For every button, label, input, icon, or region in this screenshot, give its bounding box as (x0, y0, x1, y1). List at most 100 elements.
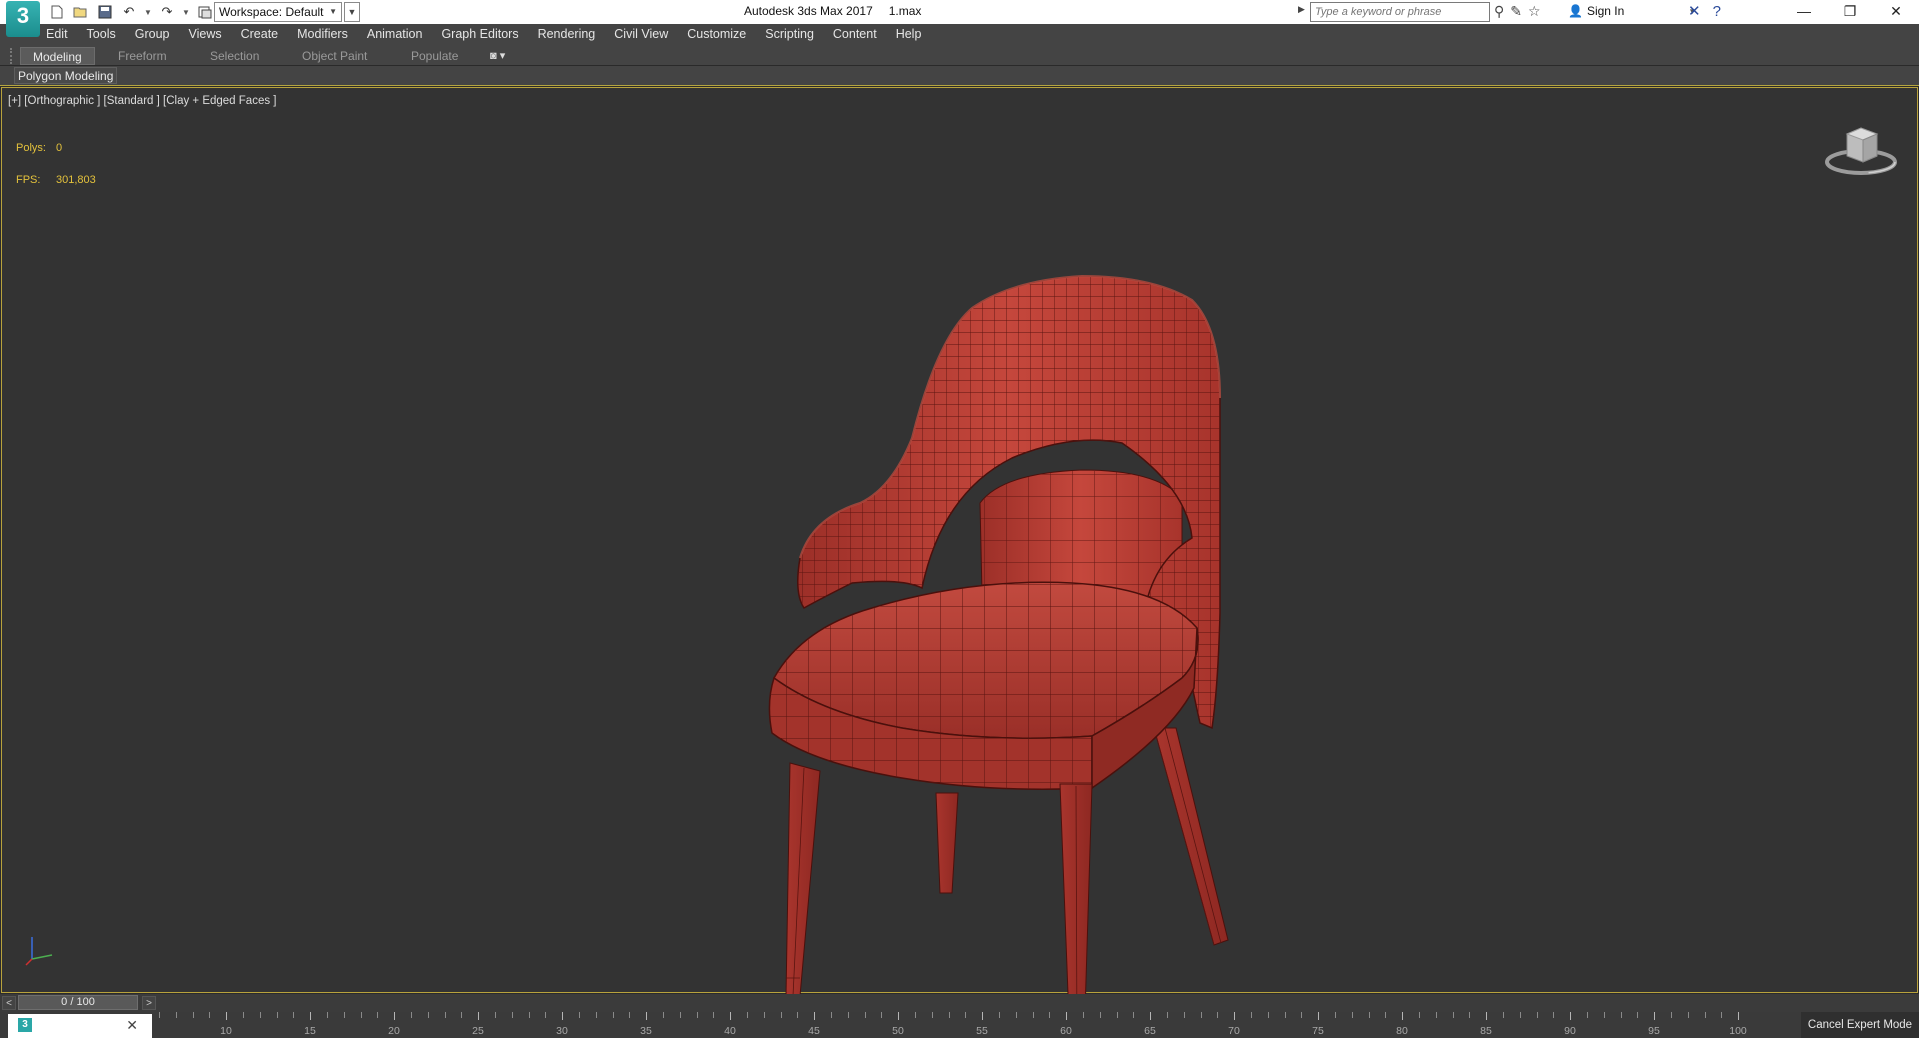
undo-dropdown-icon[interactable]: ▼ (144, 8, 152, 17)
close-icon[interactable]: ✕ (1873, 0, 1919, 24)
track-tick-mark (427, 1012, 429, 1018)
track-tick-mark (1419, 1012, 1421, 1018)
exchange-apps-icon[interactable]: ✕ (1688, 2, 1701, 20)
cancel-expert-mode-button[interactable]: Cancel Expert Mode (1801, 1012, 1919, 1038)
viewport-label-menu[interactable]: [+] [Orthographic ] [Standard ] [Clay + … (8, 95, 276, 107)
track-tick-mark (579, 1012, 581, 1018)
track-tick-label: 85 (1480, 1025, 1492, 1037)
workspace-selector[interactable]: Workspace: Default ▼ (214, 2, 342, 22)
menu-help[interactable]: Help (896, 27, 922, 41)
sign-in-button[interactable]: 👤 Sign In ▼ (1568, 4, 1696, 18)
chair-model[interactable] (742, 188, 1262, 1038)
track-tick-label: 65 (1144, 1025, 1156, 1037)
polygon-modeling-panel[interactable]: Polygon Modeling (14, 67, 118, 84)
restore-icon[interactable]: ❐ (1827, 0, 1873, 24)
track-tick-mark (528, 1012, 530, 1018)
menu-scripting[interactable]: Scripting (765, 27, 814, 41)
open-file-icon[interactable] (72, 3, 90, 21)
time-slider-next-icon[interactable]: > (142, 996, 156, 1010)
new-file-icon[interactable] (48, 3, 66, 21)
time-slider[interactable]: < 0 / 100 > (0, 994, 1919, 1012)
track-tick-mark (679, 1012, 681, 1018)
track-tick-mark (1671, 1012, 1673, 1018)
time-slider-prev-icon[interactable]: < (2, 996, 16, 1010)
track-tick-mark (159, 1012, 161, 1018)
track-tick-mark (1469, 1012, 1471, 1018)
tab-populate[interactable]: Populate (411, 47, 458, 65)
track-tick-mark (999, 1012, 1001, 1018)
binoculars-icon[interactable]: ⚲ (1494, 3, 1504, 20)
track-tick-mark (1183, 1012, 1185, 1018)
track-tick-mark (511, 1012, 513, 1018)
menu-views[interactable]: Views (188, 27, 221, 41)
track-tick-label: 60 (1060, 1025, 1072, 1037)
tab-selection[interactable]: Selection (210, 47, 259, 65)
search-expand-icon[interactable]: ▶ (1298, 4, 1305, 15)
menu-civil-view[interactable]: Civil View (614, 27, 668, 41)
menu-edit[interactable]: Edit (46, 27, 68, 41)
app-logo[interactable]: 3 (6, 1, 40, 37)
track-tick-mark (209, 1012, 211, 1018)
track-tick-mark (948, 1012, 950, 1018)
track-tick-mark (1603, 1012, 1605, 1018)
fps-value: 301,803 (56, 174, 96, 186)
close-icon[interactable]: ✕ (126, 1017, 138, 1034)
track-tick-mark (1267, 1012, 1269, 1018)
polys-label: Polys: (16, 142, 46, 154)
track-tick-mark (780, 1012, 782, 1018)
track-tick-mark (545, 1012, 547, 1018)
menu-group[interactable]: Group (135, 27, 170, 41)
time-slider-thumb[interactable]: 0 / 100 (18, 995, 138, 1010)
ribbon-options-icon[interactable]: ◙ ▾ (490, 49, 505, 62)
track-tick-mark (259, 1012, 261, 1018)
menu-modifiers[interactable]: Modifiers (297, 27, 348, 41)
search-input[interactable] (1310, 2, 1490, 22)
track-tick-mark (1049, 1012, 1051, 1018)
track-tick-mark (1066, 1012, 1068, 1020)
track-tick-mark (612, 1012, 614, 1018)
viewport-orthographic[interactable]: [+] [Orthographic ] [Standard ] [Clay + … (1, 87, 1918, 1038)
save-file-icon[interactable] (96, 3, 114, 21)
project-folder-icon[interactable] (196, 3, 214, 21)
track-tick-label: 55 (976, 1025, 988, 1037)
menu-customize[interactable]: Customize (687, 27, 746, 41)
track-tick-mark (1738, 1012, 1740, 1020)
menu-rendering[interactable]: Rendering (538, 27, 596, 41)
help-icon[interactable]: ? (1713, 3, 1721, 20)
track-tick-mark (192, 1012, 194, 1018)
track-tick-mark (1503, 1012, 1505, 1018)
redo-icon[interactable]: ↷ (158, 3, 176, 21)
menu-content[interactable]: Content (833, 27, 877, 41)
app-logo-text: 3 (16, 3, 30, 28)
favorites-star-icon[interactable]: ☆ (1528, 3, 1541, 20)
menu-create[interactable]: Create (241, 27, 279, 41)
communication-center-icon[interactable]: ✎ (1510, 3, 1522, 20)
undo-icon[interactable]: ↶ (120, 3, 138, 21)
track-tick-mark (982, 1012, 984, 1020)
tab-freeform[interactable]: Freeform (118, 47, 167, 65)
track-tick-mark (747, 1012, 749, 1018)
redo-dropdown-icon[interactable]: ▼ (182, 8, 190, 17)
title-right-tools: ✕ ? (1688, 2, 1721, 21)
minimize-icon[interactable]: — (1781, 0, 1827, 24)
menu-tools[interactable]: Tools (87, 27, 116, 41)
track-tick-mark (1402, 1012, 1404, 1020)
ribbon-grip-handle[interactable] (10, 48, 14, 64)
track-tick-mark (1721, 1012, 1723, 1018)
track-tick-mark (1620, 1012, 1622, 1018)
viewcube-icon[interactable] (1823, 120, 1899, 180)
track-bar[interactable]: 10 15 20 25 30 35 40 45 50 55 60 65 70 7… (154, 1012, 1754, 1038)
customize-toolbar-icon[interactable]: ▼ (344, 2, 360, 22)
window-title: Autodesk 3ds Max 2017 1.max (744, 4, 921, 18)
track-tick-mark (1335, 1012, 1337, 1018)
track-tick-mark (915, 1012, 917, 1018)
menu-animation[interactable]: Animation (367, 27, 423, 41)
maxscript-mini-listener[interactable]: 3 ✕ (8, 1014, 152, 1038)
tab-modeling[interactable]: Modeling (20, 47, 95, 65)
track-tick-mark (1486, 1012, 1488, 1020)
track-tick-mark (562, 1012, 564, 1020)
tab-object-paint[interactable]: Object Paint (302, 47, 367, 65)
track-tick-mark (1452, 1012, 1454, 1018)
menu-graph-editors[interactable]: Graph Editors (441, 27, 518, 41)
track-tick-mark (1368, 1012, 1370, 1018)
